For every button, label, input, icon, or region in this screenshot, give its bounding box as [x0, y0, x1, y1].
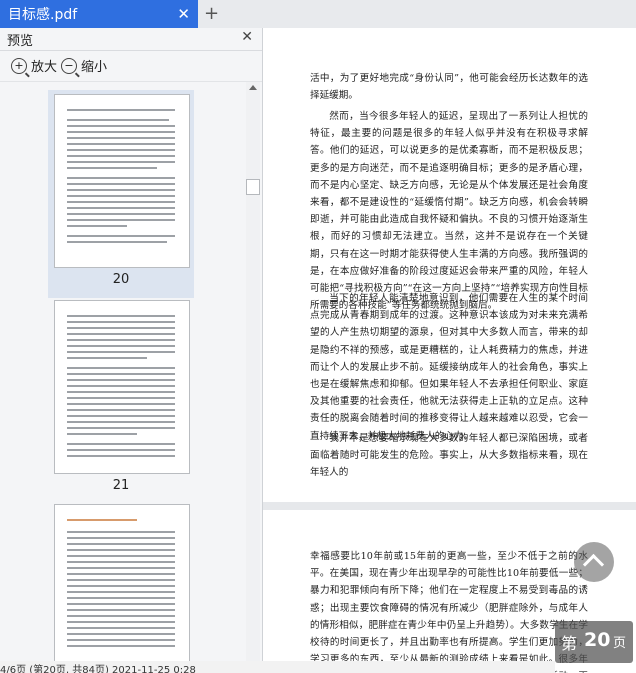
page-indicator-prefix: 第 [561, 634, 578, 653]
zoom-in-icon: + [11, 57, 27, 74]
chevron-up-icon [582, 553, 605, 576]
tab-close-icon[interactable]: ✕ [177, 5, 190, 23]
tab-title: 目标感.pdf [8, 7, 78, 23]
paragraph: 然而，当今很多年轻人的延迟，呈现出了一系列让人担忧的特征，最主要的问题是很多的年… [310, 111, 588, 312]
document-page-20: 活中，为了更好地完成“身份认同”，他可能会经历长达数年的选择延缓期。 然而，当今… [263, 28, 636, 502]
thumbnail-scrollbar[interactable] [246, 82, 260, 673]
zoom-out-button[interactable]: − 缩小 [61, 56, 107, 75]
scrollbar-thumb[interactable] [246, 179, 260, 195]
sidebar-title: 预览 [7, 34, 34, 49]
zoom-in-button[interactable]: + 放大 [11, 56, 57, 75]
thumbnail-image [54, 300, 190, 474]
zoom-toolbar: + 放大 − 缩小 [0, 51, 262, 82]
sidebar-header: 预览 ✕ [0, 28, 262, 51]
thumbnail-image [54, 94, 190, 268]
thumbnail-page-number: 21 [112, 478, 130, 493]
tab-document[interactable]: 目标感.pdf ✕ [0, 0, 198, 28]
sidebar-close-icon[interactable]: ✕ [241, 29, 253, 45]
paragraph: 我并不是想要暗示现在大多数的年轻人都已深陷困境，或者面临着随时可能发生的危险。事… [310, 433, 588, 479]
paragraph: 幸福感要比10年前或15年前的更高一些，至少不低于之前的水平。在美国，现在青少年… [310, 551, 588, 673]
thumbnail-page-21[interactable]: 21 [48, 300, 194, 500]
zoom-out-icon: − [61, 57, 77, 74]
back-to-top-button[interactable] [574, 542, 614, 582]
status-bar: 4/6页 (第20页, 共84页) 2021-11-25 0:28 [0, 661, 555, 673]
thumbnail-page-20[interactable]: 20 [48, 90, 194, 298]
thumbnail-image [54, 504, 190, 673]
scroll-up-icon[interactable] [249, 85, 257, 90]
thumbnail-page-22[interactable] [48, 504, 194, 673]
page-indicator-suffix: 页 [613, 636, 627, 651]
new-tab-button[interactable]: + [204, 3, 219, 24]
thumbnail-list: 20 21 [0, 82, 246, 673]
zoom-out-label: 缩小 [81, 60, 108, 75]
preview-sidebar: 预览 ✕ + 放大 − 缩小 20 21 [0, 28, 263, 673]
paragraph: 当下的年轻人能清楚地意识到，他们需要在人生的某个时间点完成从青春期到成年的过渡。… [310, 293, 588, 442]
page-indicator: 第 20 页 [555, 621, 633, 663]
tab-bar: 目标感.pdf ✕ + [0, 0, 636, 29]
thumbnail-page-number: 20 [112, 272, 130, 287]
page-indicator-number: 20 [584, 629, 611, 651]
zoom-in-label: 放大 [31, 60, 58, 75]
paragraph: 活中，为了更好地完成“身份认同”，他可能会经历长达数年的选择延缓期。 [310, 73, 588, 102]
